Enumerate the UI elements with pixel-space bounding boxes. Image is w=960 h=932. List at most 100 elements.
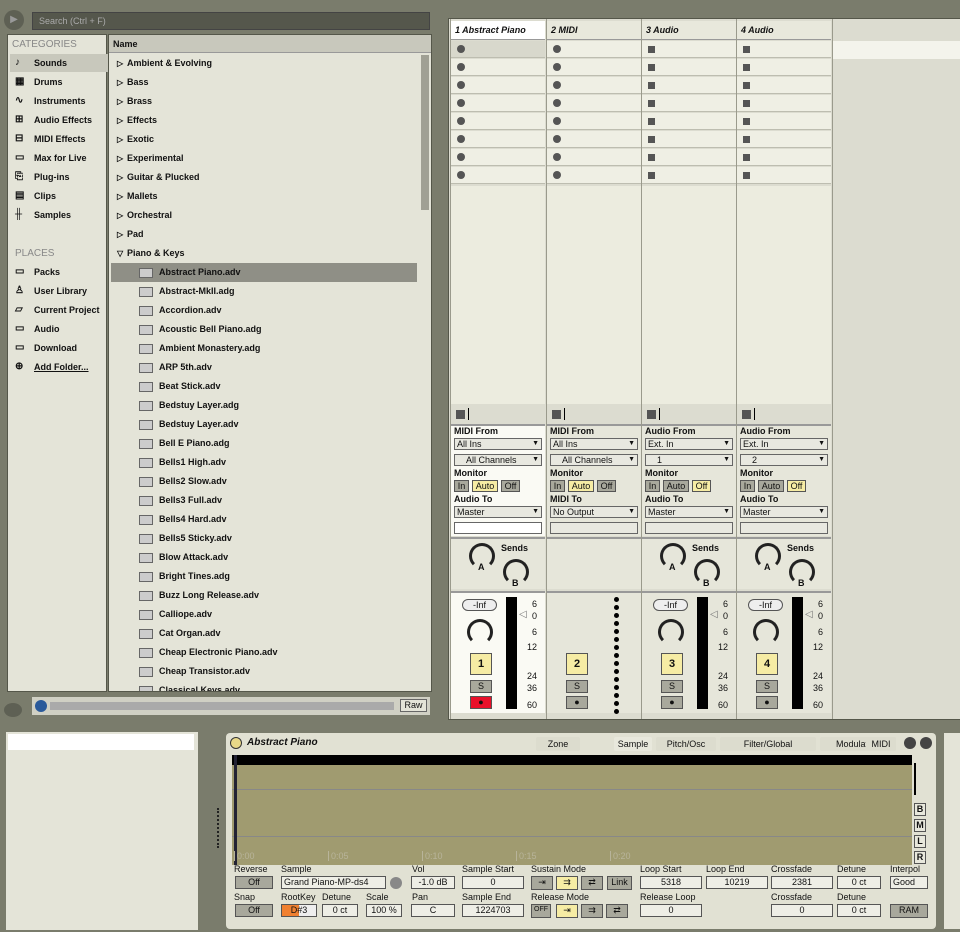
crossfade2-field[interactable]: 0	[771, 904, 833, 917]
track-stop-button[interactable]	[647, 410, 656, 419]
sustain-pingpong-icon[interactable]: ⇄	[581, 876, 603, 890]
triangle-right-icon[interactable]: ▷	[117, 73, 123, 92]
tab-zone[interactable]: Zone	[536, 737, 580, 751]
monitor-auto-button[interactable]: Auto	[758, 480, 784, 492]
volume-field[interactable]: -Inf	[748, 599, 783, 611]
clip-slot[interactable]	[451, 77, 545, 94]
track-header[interactable]: 4 Audio	[737, 21, 831, 40]
clip-slot[interactable]	[642, 131, 736, 148]
clip-slot[interactable]	[642, 167, 736, 184]
name-column-header[interactable]: Name	[109, 35, 431, 53]
monitor-in-button[interactable]: In	[740, 480, 755, 492]
triangle-right-icon[interactable]: ▷	[117, 111, 123, 130]
pan-knob[interactable]	[467, 619, 493, 645]
loop-start-field[interactable]: 5318	[640, 876, 702, 889]
file-item[interactable]: Bells5 Sticky.adv	[111, 529, 417, 548]
clip-slot[interactable]	[642, 41, 736, 58]
monitor-off-button[interactable]: Off	[501, 480, 520, 492]
ram-button[interactable]: RAM	[890, 904, 928, 918]
device-resize-handle[interactable]	[217, 808, 220, 848]
groove-icon[interactable]	[4, 703, 22, 717]
output-channel-field[interactable]	[645, 522, 733, 534]
waveform-b-button[interactable]: B	[914, 803, 926, 816]
waveform-m-button[interactable]: M	[914, 819, 926, 832]
clip-slot[interactable]	[547, 77, 641, 94]
category-drums[interactable]: ▦ Drums	[10, 73, 110, 91]
monitor-off-button[interactable]: Off	[692, 480, 711, 492]
input-channel-select[interactable]: All Channels	[550, 454, 638, 466]
clip-slot[interactable]	[642, 95, 736, 112]
clip-slot[interactable]	[451, 167, 545, 184]
file-item[interactable]: Classical Keys.adv	[111, 681, 417, 691]
output-select[interactable]: Master	[645, 506, 733, 518]
volume-field[interactable]: -Inf	[653, 599, 688, 611]
solo-button[interactable]: S	[566, 680, 588, 693]
category-midi-effects[interactable]: ⊟ MIDI Effects	[10, 130, 110, 148]
place-download[interactable]: ▭ Download	[10, 339, 110, 357]
file-item[interactable]: Bells4 Hard.adv	[111, 510, 417, 529]
track-stop-button[interactable]	[456, 410, 465, 419]
monitor-auto-button[interactable]: Auto	[472, 480, 498, 492]
input-channel-select[interactable]: 2	[740, 454, 828, 466]
monitor-off-button[interactable]: Off	[787, 480, 806, 492]
folder-item[interactable]: ▷ Bass	[111, 73, 417, 92]
clip-slot[interactable]	[547, 167, 641, 184]
sample-waveform[interactable]: 0:00 0:05 0:10 0:15 0:20	[232, 755, 912, 865]
solo-button[interactable]: S	[470, 680, 492, 693]
tab-filter-global[interactable]: Filter/Global	[720, 737, 816, 751]
file-item[interactable]: ARP 5th.adv	[111, 358, 417, 377]
clip-slot[interactable]	[547, 131, 641, 148]
file-item[interactable]: Abstract-MkII.adg	[111, 282, 417, 301]
sample-start-field[interactable]: 0	[462, 876, 524, 889]
clip-slot[interactable]	[547, 95, 641, 112]
folder-item[interactable]: ▷ Guitar & Plucked	[111, 168, 417, 187]
place-packs[interactable]: ▭ Packs	[10, 263, 110, 281]
snap-field[interactable]: Off	[235, 904, 273, 917]
input-type-select[interactable]: All Ins	[454, 438, 542, 450]
hot-swap-icon[interactable]	[904, 737, 916, 749]
scale-field[interactable]: 100 %	[366, 904, 402, 917]
clip-slot[interactable]	[451, 95, 545, 112]
sample-end-field[interactable]: 1224703	[462, 904, 524, 917]
headphones-icon[interactable]	[35, 700, 47, 712]
file-item[interactable]: Acoustic Bell Piano.adg	[111, 320, 417, 339]
solo-button[interactable]: S	[661, 680, 683, 693]
clip-slot[interactable]	[642, 149, 736, 166]
output-select[interactable]: Master	[454, 506, 542, 518]
track-activator-button[interactable]: 3	[661, 653, 683, 675]
file-item[interactable]: Ambient Monastery.adg	[111, 339, 417, 358]
file-item[interactable]: Cheap Electronic Piano.adv	[111, 643, 417, 662]
file-item[interactable]: Bedstuy Layer.adv	[111, 415, 417, 434]
list-scrollbar[interactable]	[421, 55, 429, 210]
folder-item[interactable]: ▽ Piano & Keys	[111, 244, 417, 263]
pan-knob[interactable]	[658, 619, 684, 645]
clip-slot[interactable]	[737, 167, 831, 184]
waveform-l-button[interactable]: L	[914, 835, 926, 848]
monitor-in-button[interactable]: In	[550, 480, 565, 492]
track-header[interactable]: 3 Audio	[642, 21, 736, 40]
track-stop-button[interactable]	[742, 410, 751, 419]
pan-knob[interactable]	[753, 619, 779, 645]
clip-slot[interactable]	[737, 77, 831, 94]
file-item[interactable]: Bells3 Full.adv	[111, 491, 417, 510]
clip-slot[interactable]	[737, 59, 831, 76]
tab-sample[interactable]: Sample	[614, 737, 652, 751]
detune2-field[interactable]: 0 ct	[837, 876, 881, 889]
monitor-in-button[interactable]: In	[645, 480, 660, 492]
triangle-right-icon[interactable]: ▷	[117, 168, 123, 187]
tab-midi[interactable]: MIDI	[866, 737, 896, 751]
clip-slot[interactable]	[642, 113, 736, 130]
triangle-down-icon[interactable]: ▽	[117, 244, 123, 263]
file-item[interactable]: Calliope.adv	[111, 605, 417, 624]
folder-item[interactable]: ▷ Experimental	[111, 149, 417, 168]
rootkey-field[interactable]: D#3	[281, 904, 317, 917]
waveform-r-button[interactable]: R	[914, 851, 926, 864]
clip-slot[interactable]	[451, 59, 545, 76]
folder-item[interactable]: ▷ Effects	[111, 111, 417, 130]
clip-slot[interactable]	[451, 113, 545, 130]
loop-end-field[interactable]: 10219	[706, 876, 768, 889]
place-audio[interactable]: ▭ Audio	[10, 320, 110, 338]
sustain-loop-icon[interactable]: ⇉	[556, 876, 578, 890]
solo-button[interactable]: S	[756, 680, 778, 693]
clip-slot[interactable]	[547, 113, 641, 130]
